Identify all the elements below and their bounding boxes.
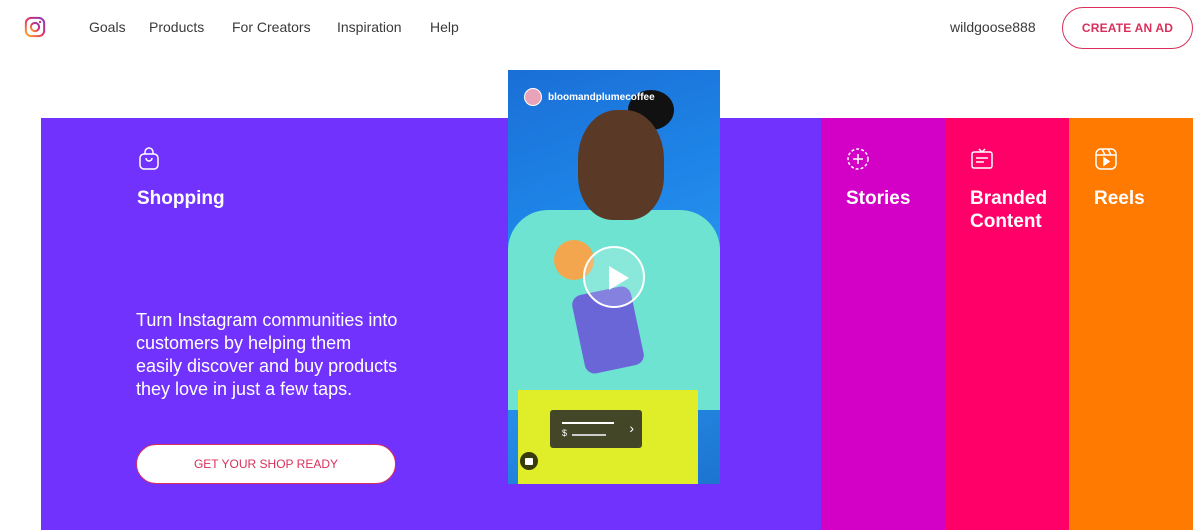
account-avatar <box>524 88 542 106</box>
get-shop-ready-button[interactable]: GET YOUR SHOP READY <box>136 444 396 484</box>
nav-goals[interactable]: Goals <box>89 19 126 35</box>
reels-title: Reels <box>1094 188 1145 209</box>
video-head <box>578 110 664 220</box>
branded-content-title: Branded Content <box>970 188 1048 232</box>
product-tag-price-symbol: $ <box>562 428 568 438</box>
shopping-bag-icon <box>139 147 159 170</box>
shopping-bag-badge-icon[interactable] <box>520 452 538 470</box>
video-account[interactable]: bloomandplumecoffee <box>524 88 655 106</box>
product-tag-title-line <box>562 422 614 424</box>
nav-for-creators[interactable]: For Creators <box>232 19 311 35</box>
stories-title: Stories <box>846 188 911 209</box>
branded-content-panel[interactable] <box>945 118 1069 530</box>
stories-plus-icon <box>847 148 869 170</box>
shopping-description: Turn Instagram communities into customer… <box>136 310 398 399</box>
account-name: bloomandplumecoffee <box>548 91 655 103</box>
product-tag-price-line <box>572 434 606 436</box>
shopping-video-preview[interactable]: bloomandplumecoffee $ › <box>508 70 720 484</box>
reels-icon <box>1095 148 1117 170</box>
shopping-title: Shopping <box>137 188 225 209</box>
create-ad-button[interactable]: CREATE AN AD <box>1062 7 1193 49</box>
branded-content-icon <box>971 148 993 169</box>
nav-help[interactable]: Help <box>430 19 459 35</box>
instagram-logo-icon[interactable] <box>24 16 46 38</box>
play-icon[interactable] <box>583 246 645 308</box>
right-edge <box>1193 118 1199 530</box>
stories-panel[interactable] <box>821 118 945 530</box>
reels-panel[interactable] <box>1069 118 1193 530</box>
nav-inspiration[interactable]: Inspiration <box>337 19 402 35</box>
nav-products[interactable]: Products <box>149 19 204 35</box>
chevron-right-icon: › <box>629 420 634 436</box>
top-navigation: Goals Products For Creators Inspiration … <box>0 0 1199 56</box>
username[interactable]: wildgoose888 <box>950 19 1036 35</box>
product-tag[interactable]: $ › <box>550 410 642 448</box>
